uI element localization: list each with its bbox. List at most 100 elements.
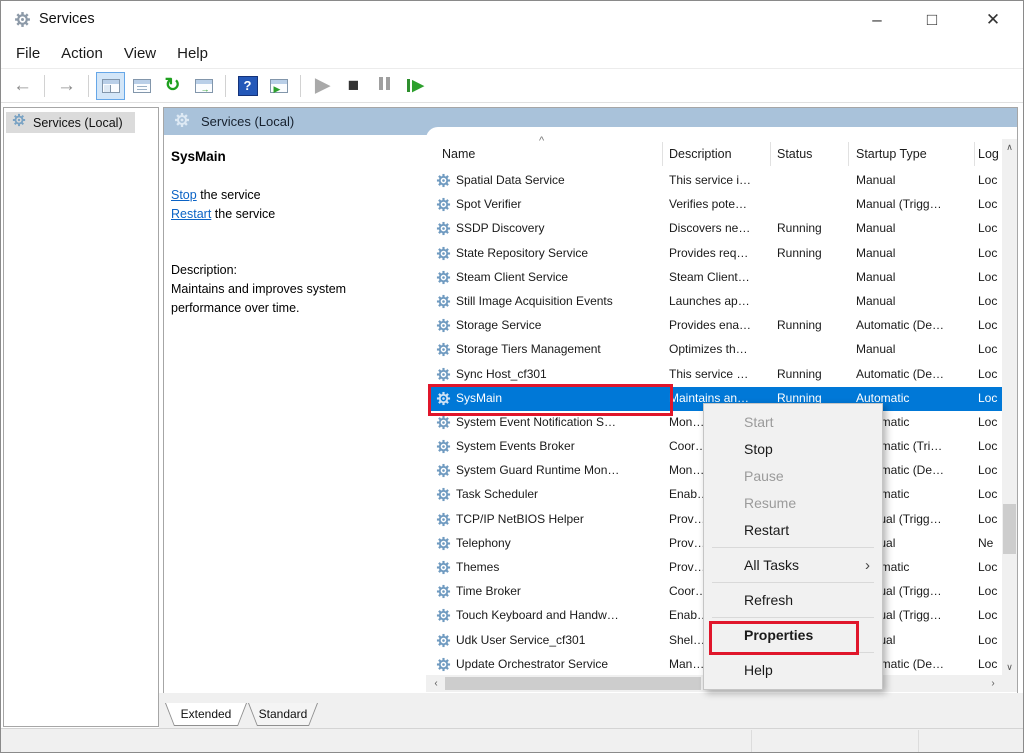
cell-desc: Optimizes th… [669, 342, 770, 356]
restart-service-link[interactable]: Restart [171, 207, 211, 221]
column-header-status[interactable]: Status [777, 147, 812, 161]
service-gear-icon [436, 439, 451, 457]
restart-suffix: the service [211, 207, 275, 221]
toolbar-separator [225, 75, 226, 97]
context-menu-item-restart[interactable]: Restart [704, 517, 882, 544]
scroll-up-icon[interactable]: ∧ [1002, 139, 1017, 155]
description-label: Description: [171, 263, 237, 277]
scroll-left-icon[interactable]: ‹ [429, 677, 443, 690]
context-menu-item-pause: Pause [704, 463, 882, 490]
column-header-startup-type[interactable]: Startup Type [856, 147, 927, 161]
context-menu-item-refresh[interactable]: Refresh [704, 587, 882, 614]
table-row-steam-client-service[interactable]: Steam Client ServiceSteam Client…ManualL… [431, 266, 1002, 290]
cell-name: Storage Service [456, 318, 660, 332]
cell-name: System Guard Runtime Mon… [456, 463, 660, 477]
menu-help[interactable]: Help [177, 45, 208, 62]
help-icon: ? [238, 76, 258, 96]
toolbar: ←→↻→?▶▶■▶ [1, 68, 1023, 103]
context-menu-item-all-tasks[interactable]: All Tasks› [704, 552, 882, 579]
cell-name: SSDP Discovery [456, 221, 660, 235]
properties-button[interactable] [127, 72, 156, 100]
service-gear-icon [436, 608, 451, 626]
cell-desc: Steam Client… [669, 270, 770, 284]
column-header-name[interactable]: Name [442, 147, 475, 161]
stop-suffix: the service [197, 188, 261, 202]
cell-startup: Manual (Trigg… [856, 197, 973, 211]
table-row-spatial-data-service[interactable]: Spatial Data ServiceThis service i…Manua… [431, 169, 1002, 193]
cell-startup: Manual [856, 246, 973, 260]
show-action-pane-button[interactable]: ▶ [264, 72, 293, 100]
stop-service-button[interactable]: ■ [339, 72, 368, 100]
toolbar-separator [300, 75, 301, 97]
cell-logon: Loc [978, 439, 1001, 453]
tab-standard[interactable]: Standard [248, 703, 318, 726]
pause-service-button[interactable] [370, 72, 399, 100]
menu-bar: File Action View Help [1, 39, 1023, 68]
column-header-description[interactable]: Description [669, 147, 732, 161]
forward-button[interactable]: → [52, 72, 81, 100]
cell-logon: Loc [978, 584, 1001, 598]
service-gear-icon [436, 512, 451, 530]
service-gear-icon [436, 173, 451, 191]
table-row-storage-service[interactable]: Storage ServiceProvides ena…RunningAutom… [431, 314, 1002, 338]
menu-view[interactable]: View [124, 45, 156, 62]
sidebar-item-services-local[interactable]: Services (Local) [6, 112, 135, 133]
service-gear-icon [436, 560, 451, 578]
export-list-button[interactable]: → [189, 72, 218, 100]
pause-icon [378, 77, 392, 95]
table-row-state-repository-service[interactable]: State Repository ServiceProvides req…Run… [431, 242, 1002, 266]
cell-status: Running [777, 246, 843, 260]
cell-status: Running [777, 367, 843, 381]
table-row-spot-verifier[interactable]: Spot VerifierVerifies pote…Manual (Trigg… [431, 193, 1002, 217]
cell-desc: This service i… [669, 173, 770, 187]
stop-service-link[interactable]: Stop [171, 188, 197, 202]
menu-action[interactable]: Action [61, 45, 103, 62]
submenu-arrow-icon: › [865, 552, 870, 579]
cell-name: TCP/IP NetBIOS Helper [456, 512, 660, 526]
tab-extended[interactable]: Extended [165, 703, 247, 726]
help-button[interactable]: ? [233, 72, 262, 100]
back-button[interactable]: ← [8, 72, 37, 100]
sort-ascending-icon: ^ [539, 135, 544, 147]
cell-name: State Repository Service [456, 246, 660, 260]
context-menu-item-help[interactable]: Help [704, 657, 882, 684]
status-bar-divider [751, 730, 752, 752]
cell-name: System Event Notification S… [456, 415, 660, 429]
scroll-down-icon[interactable]: ∨ [1002, 659, 1017, 675]
menu-separator [712, 617, 874, 618]
context-menu-item-stop[interactable]: Stop [704, 436, 882, 463]
close-button[interactable]: ✕ [970, 1, 1016, 39]
cell-startup: Manual [856, 294, 973, 308]
services-gear-icon [12, 113, 26, 132]
refresh-button[interactable]: ↻ [158, 72, 187, 100]
maximize-button[interactable]: □ [909, 1, 955, 39]
vertical-scrollbar-thumb[interactable] [1003, 504, 1016, 554]
column-divider[interactable] [662, 142, 663, 166]
export-window-icon: → [195, 79, 213, 93]
cell-name: Still Image Acquisition Events [456, 294, 660, 308]
scroll-right-icon[interactable]: › [986, 677, 1000, 690]
vertical-scrollbar[interactable] [1002, 139, 1017, 675]
cell-desc: Launches ap… [669, 294, 770, 308]
column-header-logon[interactable]: Log [978, 147, 1000, 161]
menu-file[interactable]: File [16, 45, 40, 62]
horizontal-scrollbar-thumb[interactable] [445, 677, 701, 690]
cell-startup: Manual [856, 270, 973, 284]
minimize-button[interactable]: – [854, 1, 900, 39]
restart-service-button[interactable]: ▶ [401, 72, 430, 100]
column-divider[interactable] [770, 142, 771, 166]
table-row-still-image-acquisition-events[interactable]: Still Image Acquisition Events Launches a… [431, 290, 1002, 314]
cell-logon: Loc [978, 318, 1001, 332]
cell-logon: Loc [978, 391, 1001, 405]
table-row-ssdp-discovery[interactable]: SSDP DiscoveryDiscovers ne…RunningManual… [431, 217, 1002, 241]
cell-logon: Ne [978, 536, 1001, 550]
cell-name: Task Scheduler [456, 487, 660, 501]
show-console-tree-button[interactable] [96, 72, 125, 100]
start-service-button[interactable]: ▶ [308, 72, 337, 100]
column-divider[interactable] [848, 142, 849, 166]
column-divider[interactable] [974, 142, 975, 166]
table-row-storage-tiers-management[interactable]: Storage Tiers ManagementOptimizes th…Man… [431, 338, 1002, 362]
app-gear-icon [14, 11, 31, 33]
service-gear-icon [436, 342, 451, 360]
service-gear-icon [436, 294, 451, 312]
